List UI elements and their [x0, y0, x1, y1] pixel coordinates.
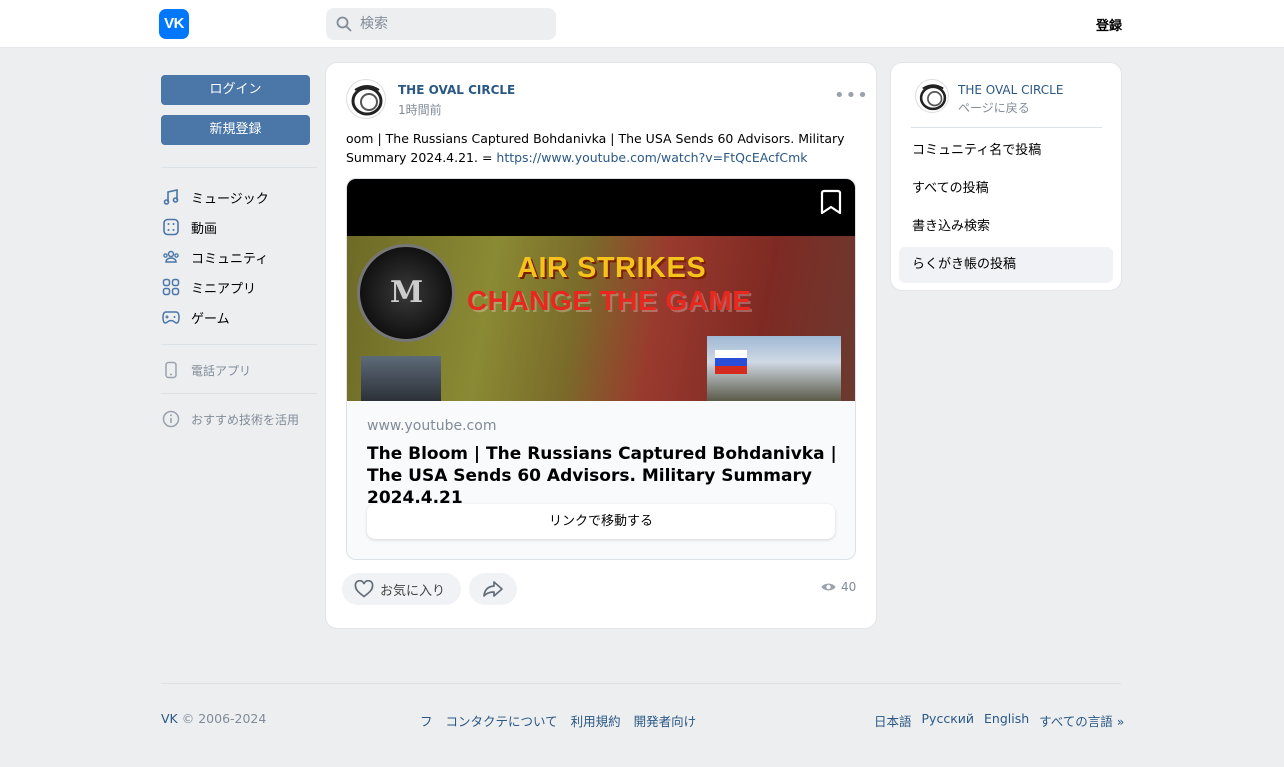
- post-text: oom | The Russians Captured Bohdanivka |…: [346, 129, 846, 167]
- community-name-link[interactable]: THE OVAL CIRCLE: [958, 83, 1063, 97]
- post-time[interactable]: 1時間前: [398, 101, 442, 118]
- footer-link-developers[interactable]: 開発者向け: [634, 711, 697, 730]
- lang-all[interactable]: すべての言語 »: [1039, 711, 1124, 730]
- post-card: THE OVAL CIRCLE 1時間前 ••• oom | The Russi…: [325, 62, 877, 629]
- heart-icon: [354, 580, 374, 598]
- register-link[interactable]: 登録: [1096, 15, 1122, 34]
- side-item-all-posts[interactable]: すべての投稿: [899, 171, 1113, 207]
- nav-item-label: おすすめ技術を活用: [191, 412, 300, 427]
- search-icon: [336, 16, 352, 32]
- nav-item-phone-app[interactable]: 電話アプリ: [161, 356, 317, 384]
- thumbnail-headline-1: AIR STRIKES: [517, 252, 707, 284]
- like-label: お気に入り: [380, 583, 446, 599]
- footer-link-terms[interactable]: 利用規約: [571, 711, 621, 730]
- search-box[interactable]: [326, 8, 556, 40]
- video-icon: [161, 217, 181, 237]
- thumbnail-photo-soldiers: [707, 336, 841, 401]
- eye-icon: [821, 583, 836, 591]
- mini-apps-icon: [161, 277, 181, 297]
- channel-emblem: M: [357, 244, 455, 342]
- top-bar: VK 登録: [0, 0, 1284, 48]
- search-input[interactable]: [360, 8, 550, 40]
- bookmark-icon[interactable]: [819, 189, 843, 215]
- signup-button[interactable]: 新規登録: [161, 115, 310, 145]
- side-divider: [911, 127, 1102, 128]
- nav-divider: [161, 167, 317, 168]
- nav-item-games[interactable]: ゲーム: [161, 303, 317, 331]
- footer-languages: 日本語 Русский English すべての言語 »: [874, 711, 1124, 730]
- nav-item-label: ゲーム: [191, 311, 230, 327]
- community-icon: [161, 247, 181, 267]
- nav-item-community[interactable]: コミュニティ: [161, 243, 317, 271]
- footer-divider: [161, 683, 1121, 684]
- post-link[interactable]: https://www.youtube.com/watch?v=FtQcEAcf…: [496, 150, 807, 165]
- view-count-value: 40: [841, 580, 857, 594]
- community-avatar[interactable]: [915, 79, 949, 113]
- login-button[interactable]: ログイン: [161, 75, 310, 105]
- nav-item-recommendations[interactable]: おすすめ技術を活用: [161, 405, 317, 433]
- thumbnail-headline-2: CHANGE THE GAME: [467, 285, 752, 316]
- nav-item-label: 電話アプリ: [191, 363, 252, 378]
- link-domain: www.youtube.com: [367, 418, 497, 434]
- nav-item-music[interactable]: ミュージック: [161, 183, 317, 211]
- footer-vk-link[interactable]: VK: [161, 711, 178, 726]
- post-author[interactable]: THE OVAL CIRCLE: [398, 83, 515, 97]
- nav-item-label: ミニアプリ: [191, 281, 257, 297]
- footer-copyright: VK © 2006-2024: [161, 711, 266, 726]
- back-to-page-link[interactable]: ページに戻る: [958, 99, 1030, 116]
- share-icon: [483, 581, 503, 597]
- link-preview-card[interactable]: M AIR STRIKES CHANGE THE GAME www.youtub…: [346, 178, 856, 560]
- go-to-link-button[interactable]: リンクで移動する: [367, 504, 835, 539]
- footer-link-about[interactable]: コンタクテについて: [446, 711, 558, 730]
- phone-icon: [161, 360, 181, 380]
- vk-logo[interactable]: VK: [159, 9, 189, 39]
- copyright-text: © 2006-2024: [181, 711, 267, 726]
- side-item-community-posts[interactable]: コミュニティ名で投稿: [899, 133, 1113, 169]
- nav-item-label: コミュニティ: [191, 251, 269, 267]
- music-note-icon: [161, 187, 181, 207]
- lang-japanese[interactable]: 日本語: [874, 711, 912, 730]
- nav-divider: [161, 393, 317, 394]
- gamepad-icon: [161, 307, 181, 327]
- view-count: 40: [821, 580, 856, 594]
- thumbnail-photo-smoke: [361, 356, 441, 401]
- lang-english[interactable]: English: [984, 711, 1029, 730]
- nav-divider: [161, 344, 317, 345]
- footer-link[interactable]: フ: [420, 711, 433, 730]
- like-button[interactable]: お気に入り: [342, 573, 461, 605]
- nav-item-mini-apps[interactable]: ミニアプリ: [161, 273, 317, 301]
- nav-item-video[interactable]: 動画: [161, 213, 317, 241]
- side-item-wall-posts[interactable]: らくがき帳の投稿: [899, 247, 1113, 283]
- footer-links: フ コンタクテについて 利用規約 開発者向け: [420, 711, 696, 730]
- lang-russian[interactable]: Русский: [922, 711, 974, 730]
- community-side-menu: THE OVAL CIRCLE ページに戻る コミュニティ名で投稿 すべての投稿…: [890, 62, 1122, 291]
- russian-flag-image: [715, 350, 747, 374]
- more-options-icon[interactable]: •••: [834, 87, 868, 107]
- info-icon: [161, 409, 181, 429]
- community-avatar[interactable]: [346, 79, 386, 119]
- nav-item-label: 動画: [191, 221, 218, 237]
- nav-item-label: ミュージック: [191, 191, 269, 207]
- share-button[interactable]: [469, 573, 517, 605]
- video-thumbnail[interactable]: M AIR STRIKES CHANGE THE GAME: [347, 179, 855, 401]
- link-title[interactable]: The Bloom | The Russians Captured Bohdan…: [367, 443, 842, 509]
- side-item-search-posts[interactable]: 書き込み検索: [899, 209, 1113, 245]
